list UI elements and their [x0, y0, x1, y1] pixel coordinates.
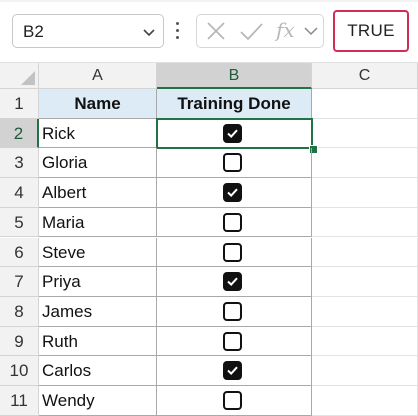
cell-c11[interactable] — [312, 386, 418, 416]
cell-b7[interactable] — [157, 267, 312, 297]
cell-b6[interactable] — [157, 237, 312, 268]
checkbox-unchecked[interactable] — [223, 391, 242, 410]
column-header-b[interactable]: B — [157, 63, 312, 89]
row-header-11[interactable]: 11 — [0, 386, 39, 416]
cell-b4[interactable] — [157, 178, 312, 208]
spreadsheet-grid: A B C 1 Name Training Done 2 Rick 3 Gloria 4 Albert… — [0, 63, 418, 416]
cell-b3[interactable] — [157, 148, 312, 179]
cell-c8[interactable] — [312, 296, 418, 327]
name-box[interactable]: B2 — [12, 14, 164, 48]
chevron-down-icon[interactable] — [141, 24, 157, 40]
checkbox-unchecked[interactable] — [223, 153, 242, 173]
ribbon-edge — [0, 0, 418, 2]
cell-a6[interactable]: Steve — [39, 237, 157, 268]
cell-c4[interactable] — [312, 178, 418, 208]
checkbox-checked[interactable] — [223, 183, 242, 203]
cell-c2[interactable] — [312, 118, 418, 149]
cell-a10[interactable]: Carlos — [39, 356, 157, 386]
checkbox-unchecked[interactable] — [223, 212, 242, 232]
checkmark-icon[interactable] — [237, 15, 265, 47]
row-header-7[interactable]: 7 — [0, 267, 39, 297]
formula-controls: fx — [196, 14, 324, 48]
more-options-icon[interactable] — [175, 20, 181, 42]
row-header-2[interactable]: 2 — [0, 118, 39, 149]
cell-a9[interactable]: Ruth — [39, 326, 157, 357]
cell-c5[interactable] — [312, 207, 418, 238]
header-name[interactable]: Name — [39, 89, 157, 119]
checkbox-checked[interactable] — [223, 361, 242, 381]
cell-a4[interactable]: Albert — [39, 178, 157, 208]
checkbox-unchecked[interactable] — [223, 301, 242, 321]
formula-bar: B2 fx TRUE — [0, 0, 418, 62]
checkmark-icon — [227, 129, 238, 138]
row-header-5[interactable]: 5 — [0, 207, 39, 238]
checkmark-icon — [227, 277, 238, 287]
cell-c9[interactable] — [312, 326, 418, 357]
cell-a8[interactable]: James — [39, 296, 157, 327]
select-all-triangle-icon — [21, 71, 35, 85]
checkbox-checked[interactable] — [223, 272, 242, 292]
row-header-1[interactable]: 1 — [0, 89, 39, 119]
cell-b10[interactable] — [157, 356, 312, 386]
select-all-button[interactable] — [0, 63, 39, 89]
column-header-a[interactable]: A — [39, 63, 157, 89]
header-training-done[interactable]: Training Done — [157, 89, 312, 119]
cell-a2[interactable]: Rick — [39, 118, 157, 149]
formula-value[interactable]: TRUE — [335, 21, 407, 41]
close-icon[interactable] — [203, 15, 229, 47]
checkmark-icon — [227, 188, 238, 198]
row-header-10[interactable]: 10 — [0, 356, 39, 386]
cell-c3[interactable] — [312, 148, 418, 179]
row-header-6[interactable]: 6 — [0, 237, 39, 268]
cell-c1[interactable] — [312, 89, 418, 119]
cell-b2[interactable] — [157, 118, 312, 149]
chevron-down-icon[interactable] — [303, 15, 319, 47]
name-box-value[interactable]: B2 — [23, 22, 44, 42]
cell-c10[interactable] — [312, 356, 418, 386]
checkbox-checked[interactable] — [223, 123, 242, 143]
cell-a5[interactable]: Maria — [39, 207, 157, 238]
cell-c7[interactable] — [312, 267, 418, 297]
checkbox-unchecked[interactable] — [223, 242, 242, 262]
formula-input[interactable]: TRUE — [333, 10, 409, 52]
cell-b8[interactable] — [157, 296, 312, 327]
row-header-4[interactable]: 4 — [0, 178, 39, 208]
insert-function-icon[interactable]: fx — [276, 18, 295, 42]
row-header-9[interactable]: 9 — [0, 326, 39, 357]
cell-b11[interactable] — [157, 386, 312, 416]
checkmark-icon — [227, 366, 238, 376]
cell-b9[interactable] — [157, 326, 312, 357]
row-header-8[interactable]: 8 — [0, 296, 39, 327]
cell-c6[interactable] — [312, 237, 418, 268]
cell-a3[interactable]: Gloria — [39, 148, 157, 179]
column-header-c[interactable]: C — [312, 63, 418, 89]
cell-b5[interactable] — [157, 207, 312, 238]
cell-a11[interactable]: Wendy — [39, 386, 157, 416]
checkbox-unchecked[interactable] — [223, 331, 242, 351]
row-header-3[interactable]: 3 — [0, 148, 39, 179]
cell-a7[interactable]: Priya — [39, 267, 157, 297]
